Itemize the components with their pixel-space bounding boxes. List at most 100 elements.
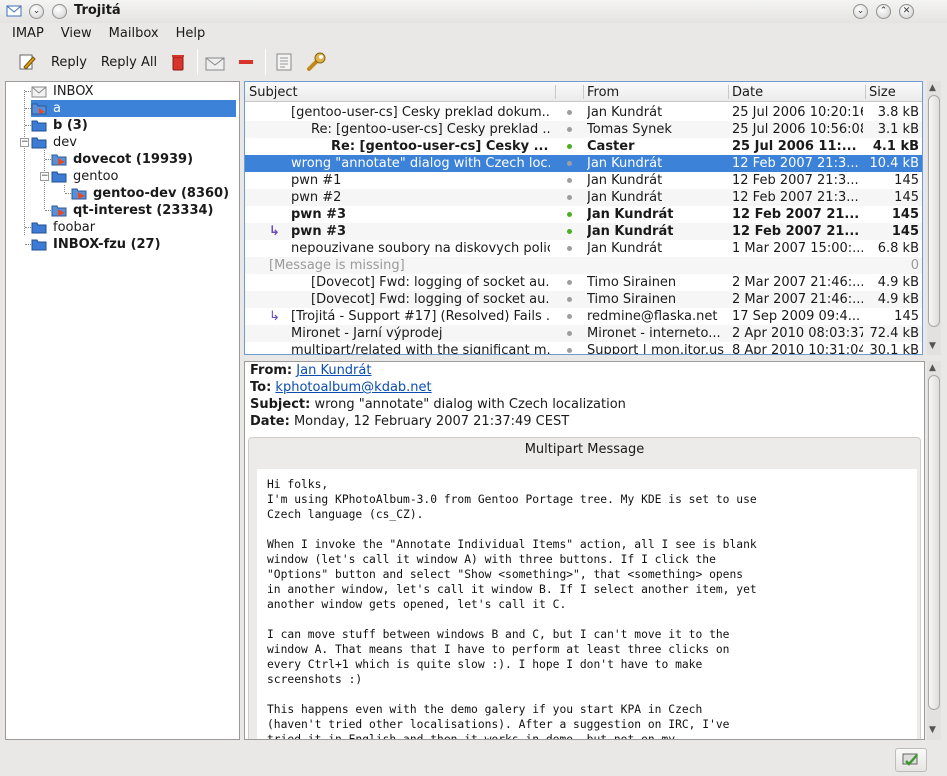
message-date: 12 Feb 2007 21... <box>732 207 860 222</box>
folder-qt-interest[interactable]: qt-interest (23334) <box>51 202 213 219</box>
message-date: 8 Apr 2010 10:31:04 <box>732 343 863 355</box>
column-from[interactable]: From <box>587 85 619 100</box>
message-list: Subject From Date Size [gentoo-user-cs] … <box>244 81 923 355</box>
app-envelope-icon[interactable] <box>6 4 22 22</box>
folder-b[interactable]: b (3) <box>31 117 88 134</box>
minimize-button[interactable]: ⌄ <box>853 4 868 19</box>
message-subject: pwn #3 <box>291 207 347 222</box>
trash-icon <box>172 55 184 71</box>
message-body[interactable]: Hi folks, I'm using KPhotoAlbum-3.0 from… <box>257 469 917 739</box>
from-link[interactable]: Jan Kundrát <box>296 363 371 378</box>
message-row[interactable]: Mironet - Jarní výprodej Mironet - intern… <box>245 325 922 342</box>
message-row[interactable]: [Message is missing] 0 <box>245 257 922 274</box>
message-date: 12 Feb 2007 21:3... <box>732 156 859 171</box>
menu-help[interactable]: Help <box>166 24 213 46</box>
window-menu-button[interactable]: ⌄ <box>29 4 44 19</box>
scroll-down-arrow-icon[interactable]: ▼ <box>929 341 936 351</box>
folder-gentoo-dev[interactable]: gentoo-dev (8360) <box>71 185 229 202</box>
message-from: Jan Kundrát <box>587 241 663 256</box>
mark-deleted-button[interactable] <box>236 50 256 74</box>
network-status-button[interactable] <box>895 748 927 772</box>
scroll-thumb[interactable] <box>928 95 940 327</box>
message-date: 25 Jul 2006 10:56:08 <box>732 122 863 137</box>
folder-inbox[interactable]: INBOX <box>31 83 94 100</box>
message-size: 10.4 kB <box>869 156 919 171</box>
folder-label: dev <box>53 135 77 150</box>
menu-mailbox[interactable]: Mailbox <box>99 24 166 46</box>
message-from: Caster <box>587 139 635 154</box>
multipart-title: Multipart Message <box>524 442 645 457</box>
read-dot-icon[interactable] <box>567 178 572 183</box>
message-row[interactable]: pwn #1 Jan Kundrát 12 Feb 2007 21:3... 145 <box>245 172 922 189</box>
message-row[interactable]: Re: [gentoo-user-cs] Cesky preklad ... To… <box>245 121 922 138</box>
menu-imap[interactable]: IMAP <box>0 24 51 46</box>
message-row[interactable]: ↳ [Trojitá - Support #17] (Resolved) Fail… <box>245 308 922 325</box>
read-dot-icon[interactable] <box>567 314 572 319</box>
read-dot-icon[interactable] <box>567 348 572 353</box>
to-link[interactable]: kphotoalbum@kdab.net <box>275 380 431 395</box>
message-row[interactable]: [gentoo-user-cs] Cesky preklad dokum... J… <box>245 104 922 121</box>
header-from: From: Jan Kundrát <box>250 363 371 378</box>
column-subject[interactable]: Subject <box>249 85 298 100</box>
pin-button[interactable] <box>52 4 67 19</box>
message-row[interactable]: pwn #2 Jan Kundrát 12 Feb 2007 21:3... 145 <box>245 189 922 206</box>
message-subject: Re: [gentoo-user-cs] Cesky preklad ... <box>311 122 550 137</box>
preview-scrollbar[interactable]: ▲ ▼ <box>927 361 941 740</box>
menu-view[interactable]: View <box>51 24 99 46</box>
message-subject: [Message is missing] <box>269 258 405 273</box>
unread-dot-icon[interactable] <box>567 144 572 149</box>
settings-button[interactable] <box>303 50 329 74</box>
message-row[interactable]: [Dovecot] Fwd: logging of socket au... Ti… <box>245 291 922 308</box>
unread-dot-icon[interactable] <box>567 212 572 217</box>
expand-gentoo-toggle[interactable]: − <box>40 172 49 181</box>
folder-foobar[interactable]: foobar <box>31 219 95 236</box>
folder-label: a <box>53 101 61 116</box>
unread-dot-icon[interactable] <box>567 229 572 234</box>
read-dot-icon[interactable] <box>567 246 572 251</box>
close-button[interactable]: ✕ <box>899 4 914 19</box>
folder-inbox-fzu[interactable]: INBOX-fzu (27) <box>31 236 161 253</box>
folder-icon <box>31 102 47 115</box>
message-subject: pwn #3 <box>291 224 347 239</box>
maximize-button[interactable]: ⌃ <box>876 4 891 19</box>
read-dot-icon[interactable] <box>567 195 572 200</box>
wrench-icon <box>307 52 326 71</box>
folder-a[interactable]: a <box>31 100 236 117</box>
scroll-thumb[interactable] <box>928 375 940 710</box>
read-dot-icon[interactable] <box>567 280 572 285</box>
message-size: 3.8 kB <box>877 105 919 120</box>
column-date[interactable]: Date <box>732 85 763 100</box>
message-row[interactable]: Re: [gentoo-user-cs] Cesky ... Caster 25 J… <box>245 138 922 155</box>
column-size[interactable]: Size <box>869 85 896 100</box>
read-dot-icon[interactable] <box>567 331 572 336</box>
expunge-button[interactable] <box>168 50 188 74</box>
show-headers-button[interactable] <box>272 50 296 74</box>
envelope-open-icon <box>205 57 225 71</box>
message-size: 4.9 kB <box>877 275 919 290</box>
message-row[interactable]: nepouzivane soubory na diskovych polich J… <box>245 240 922 257</box>
toolbar: Reply Reply All <box>0 46 947 78</box>
read-dot-icon[interactable] <box>567 297 572 302</box>
scroll-up-arrow-icon[interactable]: ▲ <box>929 83 936 93</box>
folder-label: gentoo-dev (8360) <box>93 186 230 201</box>
folder-label: qt-interest (23334) <box>73 203 214 218</box>
compose-button[interactable] <box>16 50 38 74</box>
message-row[interactable]: pwn #3 Jan Kundrát 12 Feb 2007 21... 145 <box>245 206 922 223</box>
folder-dovecot[interactable]: dovecot (19939) <box>51 151 193 168</box>
folder-dev[interactable]: dev <box>31 134 77 151</box>
scroll-down-arrow-icon[interactable]: ▼ <box>929 725 936 735</box>
expand-dev-toggle[interactable]: − <box>20 138 29 147</box>
read-dot-icon[interactable] <box>567 127 572 132</box>
read-dot-icon[interactable] <box>567 161 572 166</box>
reply-all-button[interactable]: Reply All <box>100 50 158 74</box>
message-row[interactable]: wrong "annotate" dialog with Czech loc..… <box>245 155 922 172</box>
scroll-up-arrow-icon[interactable]: ▲ <box>929 363 936 373</box>
message-row[interactable]: [Dovecot] Fwd: logging of socket au... Ti… <box>245 274 922 291</box>
message-row[interactable]: multipart/related with the significant m… <box>245 342 922 355</box>
message-row[interactable]: ↳ pwn #3 Jan Kundrát 12 Feb 2007 21... 145 <box>245 223 922 240</box>
message-list-scrollbar[interactable]: ▲ ▼ <box>927 81 941 355</box>
read-dot-icon[interactable] <box>567 110 572 115</box>
mark-read-button[interactable] <box>203 50 227 74</box>
reply-button[interactable]: Reply <box>50 50 88 74</box>
folder-gentoo[interactable]: gentoo <box>51 168 119 185</box>
